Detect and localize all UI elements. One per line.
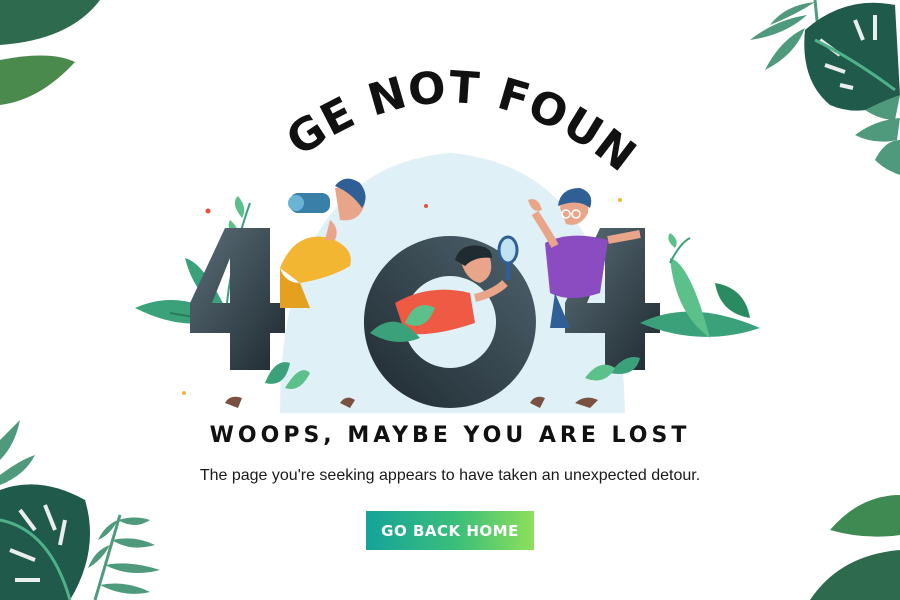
go-back-home-button[interactable]: GO BACK HOME	[366, 511, 534, 550]
error-404-illustration	[135, 153, 760, 413]
go-back-home-label: GO BACK HOME	[381, 521, 519, 540]
lost-message-description: The page you're seeking appears to have …	[199, 467, 701, 484]
digit-4-left	[190, 228, 285, 370]
leaf-decoration-top-left	[0, 0, 100, 105]
not-found-page: PAGE NOT FOUND WOOPS, MAYBE YOU ARE LOST…	[0, 0, 900, 600]
lost-message-heading: WOOPS, MAYBE YOU ARE LOST	[209, 423, 691, 448]
leaf-decoration-bottom-right	[810, 495, 900, 600]
magnifying-glass-icon	[497, 235, 519, 265]
